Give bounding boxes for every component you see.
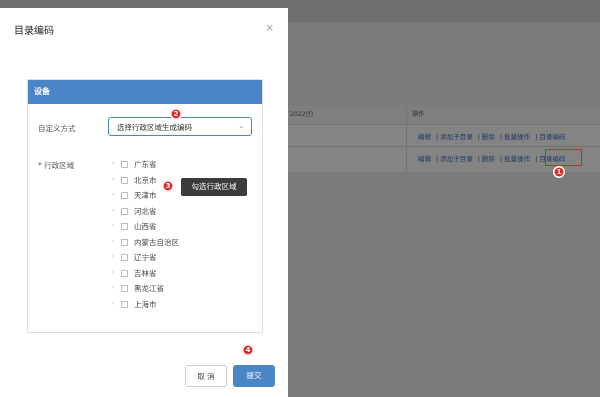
cancel-button[interactable]: 取 消 [185, 365, 227, 387]
op-separator: | [499, 155, 503, 163]
catalog-code-modal: 目录编码 × 设备 自定义方式 选择行政区域生成编码 ⌄ * 行政区域 › 广东省… [0, 8, 288, 397]
op-separator: | [477, 133, 480, 141]
caret-right-icon[interactable]: › [112, 176, 114, 183]
row-ops: 编辑 | 添加子目录 | 删除 | 批量操作 | 目录编码 [418, 131, 567, 141]
checkbox[interactable] [121, 176, 128, 184]
tree-item-label: 内蒙古自治区 [134, 237, 179, 247]
op-edit[interactable]: 编辑 [418, 155, 431, 163]
table-header-1: 2022년) [288, 106, 406, 124]
region-label: * 行政区域 [38, 161, 75, 170]
op-add-child[interactable]: 添加子目录 [440, 133, 473, 141]
highlight-box [545, 149, 582, 166]
tree-item-label: 辽宁省 [134, 253, 157, 262]
step-badge-3: 3 [162, 180, 174, 192]
op-separator: | [535, 133, 538, 141]
tree-item-label: 吉林省 [134, 268, 157, 278]
submit-button[interactable]: 提交 [233, 365, 275, 387]
tree-item-label: 广东省 [134, 160, 157, 169]
modal-title: 目录编码 [14, 26, 54, 37]
op-separator: | [535, 155, 538, 163]
op-separator: | [436, 133, 439, 141]
checkbox[interactable] [121, 161, 128, 168]
chevron-down-icon: ⌄ [238, 121, 245, 130]
caret-right-icon[interactable]: › [112, 253, 114, 260]
tree-item-label: 山西省 [134, 222, 157, 231]
op-add-child[interactable]: 添加子目录 [440, 155, 473, 163]
op-separator: | [499, 133, 503, 141]
op-separator: | [436, 155, 439, 163]
tree-item-label: 上海市 [134, 299, 157, 309]
close-icon[interactable]: × [265, 21, 274, 34]
op-batch[interactable]: 批量操作 [504, 155, 530, 163]
checkbox[interactable] [121, 192, 128, 199]
tree-item-label: 河北省 [134, 206, 157, 216]
tree-item-label: 天津市 [134, 191, 157, 200]
caret-right-icon[interactable]: › [112, 160, 114, 167]
background-content [288, 22, 600, 397]
checkbox[interactable] [121, 285, 128, 292]
step-badge-2: 2 [170, 108, 182, 120]
custom-mode-label: 自定义方式 [38, 124, 76, 133]
table-header-ops: 操作 [406, 106, 600, 124]
op-delete[interactable]: 删除 [482, 155, 495, 163]
step-badge-4: 4 [242, 344, 254, 356]
checkbox[interactable] [121, 207, 128, 215]
op-edit[interactable]: 编辑 [418, 133, 431, 141]
checkbox[interactable] [121, 223, 128, 230]
checkbox[interactable] [121, 254, 128, 261]
op-batch[interactable]: 批量操作 [504, 133, 530, 141]
caret-right-icon[interactable]: › [112, 191, 114, 198]
custom-mode-value: 选择行政区域生成编码 [117, 123, 192, 132]
op-delete[interactable]: 删除 [482, 133, 495, 141]
tooltip: 勾选行政区域 [181, 178, 247, 196]
caret-right-icon[interactable]: › [112, 269, 114, 276]
table-row: 编辑 | 添加子目录 | 删除 | 批量操作 | 目录编码 [288, 124, 600, 146]
tree-item-label: 北京市 [134, 175, 157, 185]
caret-right-icon[interactable]: › [112, 207, 114, 214]
caret-right-icon[interactable]: › [112, 238, 114, 245]
settings-panel: 设备 自定义方式 选择行政区域生成编码 ⌄ * 行政区域 › 广东省 › 北京市 ›… [27, 79, 263, 333]
step-badge-1: 1 [553, 166, 565, 178]
checkbox[interactable] [121, 269, 128, 277]
op-catalog-code[interactable]: 目录编码 [539, 133, 565, 141]
checkbox[interactable] [121, 238, 128, 246]
op-separator: | [477, 155, 480, 163]
custom-mode-select[interactable]: 选择行政区域生成编码 ⌄ [108, 117, 252, 136]
caret-right-icon[interactable]: › [112, 222, 114, 229]
tree-item-label: 黑龙江省 [134, 284, 164, 293]
checkbox[interactable] [121, 300, 128, 308]
panel-title: 设备 [28, 80, 262, 104]
caret-right-icon[interactable]: › [112, 300, 114, 307]
caret-right-icon[interactable]: › [112, 284, 114, 291]
